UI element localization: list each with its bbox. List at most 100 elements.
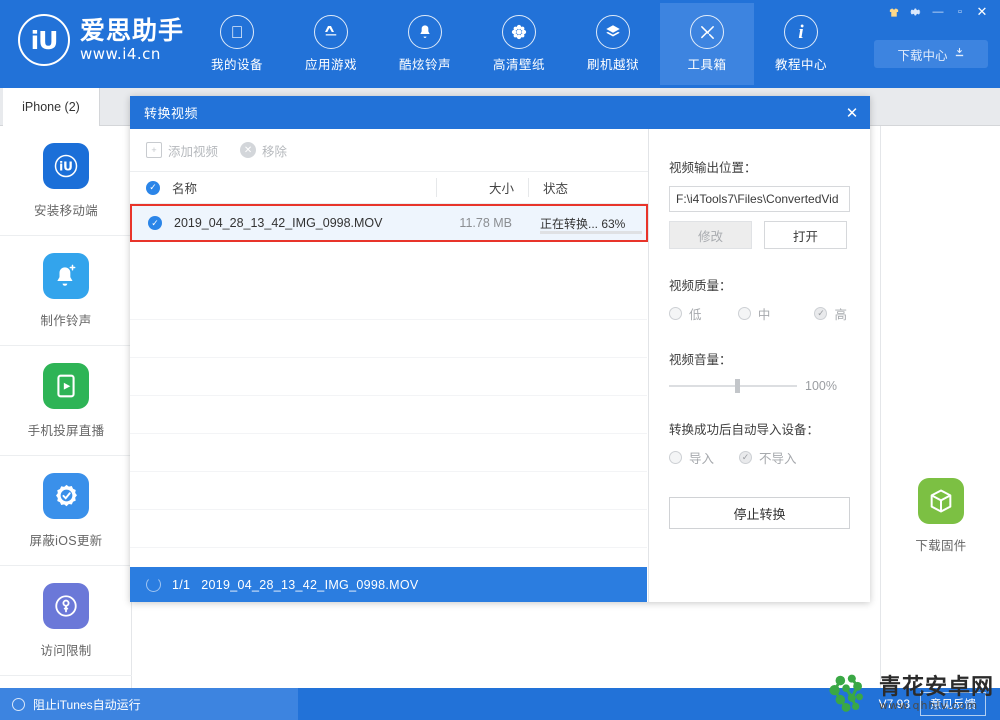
file-list-header: ✓ 名称 大小 状态 bbox=[130, 172, 648, 204]
feedback-button[interactable]: 意见反馈 bbox=[920, 692, 986, 716]
quality-label: 视频质量： bbox=[669, 279, 732, 293]
info-icon: i bbox=[784, 15, 818, 49]
output-path-input[interactable]: F:\i4Tools7\Files\ConvertedVid bbox=[669, 186, 850, 212]
svg-text:iU: iU bbox=[59, 159, 73, 173]
version-label: V7.93 bbox=[878, 697, 910, 711]
download-center-label: 下载中心 bbox=[897, 48, 948, 63]
nav-item-apps-games[interactable]: 应用游戏 bbox=[284, 3, 378, 85]
empty-row bbox=[130, 510, 647, 548]
volume-value: 100% bbox=[805, 379, 837, 393]
nav-label: 刷机越狱 bbox=[586, 58, 639, 72]
empty-row bbox=[130, 320, 647, 358]
file-state: 正在转换... 63% bbox=[526, 215, 646, 234]
shirt-icon[interactable] bbox=[884, 3, 904, 21]
table-row[interactable]: ✓ 2019_04_28_13_42_IMG_0998.MOV 11.78 MB… bbox=[130, 204, 648, 242]
empty-row bbox=[130, 358, 647, 396]
sidebar-item-make-ringtone[interactable]: 制作铃声 bbox=[0, 236, 132, 346]
nav-label: 教程中心 bbox=[774, 58, 827, 72]
app-header: iU 爱思助手 www.i4.cn  我的设备 应用游戏 酷炫铃声 bbox=[0, 0, 1000, 88]
bell-plus-icon bbox=[43, 252, 89, 299]
nav-label: 我的设备 bbox=[210, 58, 263, 72]
itunes-toggle-label: 阻止iTunes自动运行 bbox=[33, 697, 141, 712]
nav-item-flash-jailbreak[interactable]: 刷机越狱 bbox=[566, 3, 660, 85]
file-state-text: 正在转换... 63% bbox=[540, 216, 626, 231]
gear-icon[interactable] bbox=[906, 3, 926, 21]
download-center-button[interactable]: 下载中心 bbox=[874, 40, 988, 68]
quality-option-low[interactable]: 低 bbox=[669, 304, 738, 323]
nav-item-tutorials[interactable]: i 教程中心 bbox=[754, 3, 848, 85]
bell-icon bbox=[408, 15, 442, 49]
empty-row bbox=[130, 282, 647, 320]
column-header-size: 大小 bbox=[436, 178, 528, 197]
dialog-close-icon[interactable]: ✕ bbox=[834, 96, 870, 129]
add-video-button[interactable]: + 添加视频 bbox=[146, 141, 218, 160]
empty-row bbox=[130, 472, 647, 510]
volume-slider[interactable] bbox=[669, 379, 797, 393]
sidebar-item-install-mobile[interactable]: iU 安装移动端 bbox=[0, 126, 132, 236]
remove-button[interactable]: ✕ 移除 bbox=[240, 141, 287, 160]
tab-iphone[interactable]: iPhone (2) bbox=[3, 88, 100, 126]
i4-app-icon: iU bbox=[43, 142, 89, 189]
nav-item-my-device[interactable]:  我的设备 bbox=[190, 3, 284, 85]
dialog-title: 转换视频 bbox=[144, 106, 199, 121]
quality-option-high[interactable]: ✓ 高 bbox=[814, 304, 847, 323]
sidebar-item-label: 制作铃声 bbox=[40, 313, 92, 328]
quality-option-label: 高 bbox=[834, 308, 847, 322]
sidebar-item-block-ios-update[interactable]: 屏蔽iOS更新 bbox=[0, 456, 132, 566]
nav-item-wallpapers[interactable]: 高清壁纸 bbox=[472, 3, 566, 85]
auto-import-option-label: 不导入 bbox=[759, 452, 797, 466]
radio-icon bbox=[737, 307, 751, 320]
logo-name: 爱思助手 bbox=[80, 17, 185, 45]
logo-url: www.i4.cn bbox=[80, 45, 161, 63]
loading-spinner-icon bbox=[146, 577, 161, 592]
nav-label: 酷炫铃声 bbox=[398, 58, 451, 72]
open-folder-button[interactable]: 打开 bbox=[764, 221, 847, 249]
radio-selected-icon: ✓ bbox=[814, 307, 828, 320]
nav-item-ringtones[interactable]: 酷炫铃声 bbox=[378, 3, 472, 85]
flash-box-icon bbox=[596, 15, 630, 49]
auto-import-option-label: 导入 bbox=[689, 452, 715, 466]
auto-import-group: 转换成功后自动导入设备： 导入 ✓ 不导入 bbox=[669, 419, 847, 467]
quality-option-label: 低 bbox=[689, 308, 702, 322]
auto-import-option-no[interactable]: ✓ 不导入 bbox=[739, 448, 797, 467]
empty-row bbox=[130, 434, 647, 472]
auto-import-label: 转换成功后自动导入设备： bbox=[669, 423, 820, 437]
empty-rows bbox=[130, 282, 647, 548]
quality-option-medium[interactable]: 中 bbox=[737, 304, 815, 323]
status-filename: 2019_04_28_13_42_IMG_0998.MOV bbox=[201, 577, 419, 592]
add-file-icon: + bbox=[146, 142, 162, 158]
screen-cast-icon bbox=[43, 362, 89, 409]
maximize-button[interactable]: ▫ bbox=[950, 3, 970, 21]
nav-item-toolbox[interactable]: 工具箱 bbox=[660, 3, 754, 85]
radio-icon bbox=[669, 307, 682, 320]
appstore-icon bbox=[314, 15, 348, 49]
sidebar-item-label: 屏蔽iOS更新 bbox=[29, 533, 103, 548]
nav-label: 工具箱 bbox=[687, 58, 727, 72]
file-size: 11.78 MB bbox=[459, 216, 512, 230]
sidebar-item-download-firmware[interactable]: 下载固件 bbox=[881, 478, 1000, 554]
app-logo: iU 爱思助手 www.i4.cn bbox=[18, 14, 184, 66]
dialog-titlebar: 转换视频 ✕ bbox=[130, 96, 870, 129]
apple-icon:  bbox=[220, 15, 254, 49]
sidebar-item-label: 访问限制 bbox=[40, 643, 92, 658]
itunes-toggle[interactable]: 阻止iTunes自动运行 bbox=[0, 688, 298, 720]
sidebar-item-screen-cast[interactable]: 手机投屏直播 bbox=[0, 346, 132, 456]
flower-icon bbox=[502, 15, 536, 49]
quality-option-label: 中 bbox=[757, 308, 771, 322]
column-header-state: 状态 bbox=[528, 178, 648, 197]
volume-slider-handle[interactable] bbox=[735, 379, 740, 393]
select-all-checkbox[interactable]: ✓ bbox=[146, 180, 160, 195]
status-counter: 1/1 bbox=[172, 577, 191, 592]
modify-path-button[interactable]: 修改 bbox=[669, 221, 752, 249]
remove-label: 移除 bbox=[262, 144, 288, 159]
close-button[interactable]: ✕ bbox=[972, 3, 992, 21]
stop-conversion-button[interactable]: 停止转换 bbox=[669, 497, 850, 529]
minimize-button[interactable]: — bbox=[928, 3, 948, 21]
auto-import-radio-group: 导入 ✓ 不导入 bbox=[669, 448, 847, 467]
row-checkbox[interactable]: ✓ bbox=[148, 216, 162, 230]
toggle-circle-icon bbox=[12, 697, 25, 711]
app-status-bar: 阻止iTunes自动运行 V7.93 意见反馈 bbox=[0, 688, 1000, 720]
auto-import-option-yes[interactable]: 导入 bbox=[669, 448, 739, 467]
sidebar-item-access-restrictions[interactable]: 访问限制 bbox=[0, 566, 132, 676]
firmware-box-icon bbox=[918, 478, 964, 524]
